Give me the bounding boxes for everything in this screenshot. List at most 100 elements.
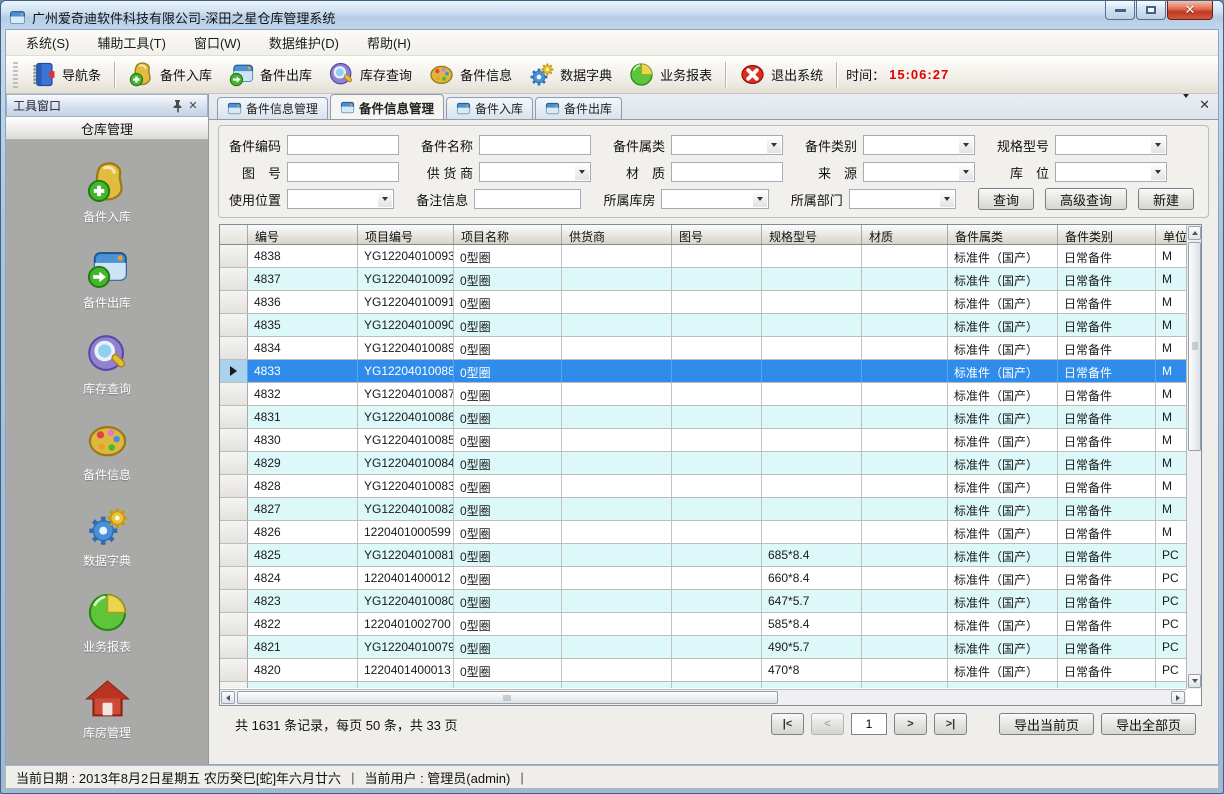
- search-select-r1c3[interactable]: [671, 135, 783, 155]
- tab-list-dropdown-icon[interactable]: [1183, 99, 1189, 110]
- maximize-button[interactable]: [1136, 1, 1166, 20]
- sidebar-close-button[interactable]: ✕: [185, 98, 201, 114]
- last-page-button[interactable]: >|: [934, 713, 967, 735]
- scroll-down-icon[interactable]: [1188, 674, 1201, 688]
- first-page-button[interactable]: |<: [771, 713, 804, 735]
- toolbar-button-report[interactable]: 业务报表: [620, 58, 720, 91]
- sidebar-item-stock-query[interactable]: 库存查询: [6, 326, 208, 404]
- table-row[interactable]: 4832YG122040100870型圈标准件（国产）日常备件M: [220, 383, 1186, 406]
- column-header-10[interactable]: 单位: [1156, 225, 1186, 244]
- table-row[interactable]: 4829YG122040100840型圈标准件（国产）日常备件M: [220, 452, 1186, 475]
- search-input-r2c3[interactable]: [671, 162, 783, 182]
- table-row[interactable]: 482612204010005990型圈标准件（国产）日常备件M: [220, 521, 1186, 544]
- menu-item-4[interactable]: 数据维护(D): [255, 29, 353, 56]
- menu-item-1[interactable]: 系统(S): [12, 29, 83, 56]
- column-header-7[interactable]: 材质: [862, 225, 948, 244]
- query-button[interactable]: 查询: [978, 188, 1034, 210]
- search-select-r1c5[interactable]: [1055, 135, 1167, 155]
- horizontal-scroll-thumb[interactable]: [237, 691, 778, 704]
- toolbar-grip[interactable]: [13, 62, 18, 88]
- sidebar-item-warehouse[interactable]: 库房管理: [6, 670, 208, 748]
- search-select-r1c4[interactable]: [863, 135, 975, 155]
- minimize-button[interactable]: [1105, 1, 1135, 20]
- menu-item-3[interactable]: 窗口(W): [180, 29, 255, 56]
- search-input-r2c1[interactable]: [287, 162, 399, 182]
- sidebar-item-parts-in[interactable]: 备件入库: [6, 154, 208, 232]
- sidebar-item-report[interactable]: 业务报表: [6, 584, 208, 662]
- table-row[interactable]: 4823YG122040100800型圈647*5.7标准件（国产）日常备件PC: [220, 590, 1186, 613]
- table-row[interactable]: 4836YG122040100910型圈标准件（国产）日常备件M: [220, 291, 1186, 314]
- column-header-9[interactable]: 备件类别: [1058, 225, 1156, 244]
- table-row[interactable]: 4835YG122040100900型圈标准件（国产）日常备件M: [220, 314, 1186, 337]
- toolbar-button-navbar[interactable]: 导航条: [22, 58, 109, 91]
- title-bar[interactable]: 广州爱奇迪软件科技有限公司-深田之星仓库管理系统 ✕: [1, 1, 1223, 29]
- advanced-query-button[interactable]: 高级查询: [1045, 188, 1127, 210]
- column-header-1[interactable]: 编号: [248, 225, 358, 244]
- export-all-pages-button[interactable]: 导出全部页: [1101, 713, 1196, 735]
- toolbar-button-exit[interactable]: 退出系统: [731, 58, 831, 91]
- table-row[interactable]: 482012204014000130型圈470*8标准件（国产）日常备件PC: [220, 659, 1186, 682]
- search-select-r3c1[interactable]: [287, 189, 394, 209]
- table-row[interactable]: 4838YG122040100930型圈标准件（国产）日常备件M: [220, 245, 1186, 268]
- prev-page-button[interactable]: <: [811, 713, 844, 735]
- scroll-left-icon[interactable]: [221, 691, 235, 704]
- menu-item-2[interactable]: 辅助工具(T): [83, 29, 180, 56]
- search-select-r2c5[interactable]: [1055, 162, 1167, 182]
- table-row[interactable]: 4827YG122040100820型圈标准件（国产）日常备件M: [220, 498, 1186, 521]
- close-button[interactable]: ✕: [1167, 1, 1213, 20]
- toolbar-button-parts-out[interactable]: 备件出库: [220, 58, 320, 91]
- table-row[interactable]: 4821YG122040100790型圈490*5.7标准件（国产）日常备件PC: [220, 636, 1186, 659]
- page-number-input[interactable]: [851, 713, 887, 735]
- table-row[interactable]: 4831YG122040100860型圈标准件（国产）日常备件M: [220, 406, 1186, 429]
- new-button[interactable]: 新建: [1138, 188, 1194, 210]
- search-select-r2c2[interactable]: [479, 162, 591, 182]
- next-page-button[interactable]: >: [894, 713, 927, 735]
- search-input-r1c1[interactable]: [287, 135, 399, 155]
- column-header-3[interactable]: 项目名称: [454, 225, 562, 244]
- table-row[interactable]: 4825YG122040100810型圈685*8.4标准件（国产）日常备件PC: [220, 544, 1186, 567]
- pagination-bar: 共 1631 条记录，每页 50 条，共 33 页 |< < > >| 导出当前…: [209, 708, 1218, 740]
- column-header-8[interactable]: 备件属类: [948, 225, 1058, 244]
- sidebar-item-parts-info[interactable]: 备件信息: [6, 412, 208, 490]
- column-header-2[interactable]: 项目编号: [358, 225, 454, 244]
- table-row[interactable]: 4837YG122040100920型圈标准件（国产）日常备件M: [220, 268, 1186, 291]
- tab-4[interactable]: 备件出库: [535, 97, 622, 119]
- toolbar-button-parts-in[interactable]: 备件入库: [120, 58, 220, 91]
- table-cell: 日常备件: [1058, 291, 1156, 313]
- grid-area: 编号项目编号项目名称供货商图号规格型号材质备件属类备件类别单位 4838YG12…: [220, 225, 1186, 689]
- search-select-r3c3[interactable]: [661, 189, 768, 209]
- toolbar-button-parts-info[interactable]: 备件信息: [420, 58, 520, 91]
- toolbar-button-stock-query[interactable]: 库存查询: [320, 58, 420, 91]
- search-input-r1c2[interactable]: [479, 135, 591, 155]
- scroll-up-icon[interactable]: [1188, 226, 1201, 240]
- table-row[interactable]: 0型圈标准件（国产）日常备件: [220, 682, 1186, 688]
- vertical-scrollbar[interactable]: [1186, 225, 1201, 689]
- tab-1[interactable]: 备件信息管理: [217, 97, 328, 119]
- sidebar-item-data-dict[interactable]: 数据字典: [6, 498, 208, 576]
- column-header-4[interactable]: 供货商: [562, 225, 672, 244]
- search-select-r2c4[interactable]: [863, 162, 975, 182]
- pin-button[interactable]: [169, 98, 185, 114]
- table-row[interactable]: 4833YG122040100880型圈标准件（国产）日常备件M: [220, 360, 1186, 383]
- horizontal-scrollbar[interactable]: [220, 689, 1186, 705]
- tab-close-icon[interactable]: ✕: [1199, 98, 1210, 111]
- table-row[interactable]: 482412204014000120型圈660*8.4标准件（国产）日常备件PC: [220, 567, 1186, 590]
- scroll-right-icon[interactable]: [1171, 691, 1185, 704]
- column-header-6[interactable]: 规格型号: [762, 225, 862, 244]
- table-row[interactable]: 4828YG122040100830型圈标准件（国产）日常备件M: [220, 475, 1186, 498]
- export-current-page-button[interactable]: 导出当前页: [999, 713, 1094, 735]
- table-row[interactable]: 4830YG122040100850型圈标准件（国产）日常备件M: [220, 429, 1186, 452]
- status-bar: 当前日期 : 2013年8月2日星期五 农历癸巳[蛇]年六月廿六 | 当前用户 …: [5, 765, 1219, 789]
- table-row[interactable]: 4834YG122040100890型圈标准件（国产）日常备件M: [220, 337, 1186, 360]
- toolbar-button-data-dict[interactable]: 数据字典: [520, 58, 620, 91]
- column-header-5[interactable]: 图号: [672, 225, 762, 244]
- tab-2[interactable]: 备件信息管理: [330, 94, 444, 119]
- vertical-scroll-thumb[interactable]: [1188, 242, 1201, 451]
- menu-item-5[interactable]: 帮助(H): [353, 29, 425, 56]
- search-input-r3c2[interactable]: [474, 189, 581, 209]
- sidebar-item-parts-out[interactable]: 备件出库: [6, 240, 208, 318]
- search-select-r3c4[interactable]: [849, 189, 956, 209]
- search-label-r3c3: 所属库房: [603, 190, 661, 209]
- tab-3[interactable]: 备件入库: [446, 97, 533, 119]
- table-row[interactable]: 482212204010027000型圈585*8.4标准件（国产）日常备件PC: [220, 613, 1186, 636]
